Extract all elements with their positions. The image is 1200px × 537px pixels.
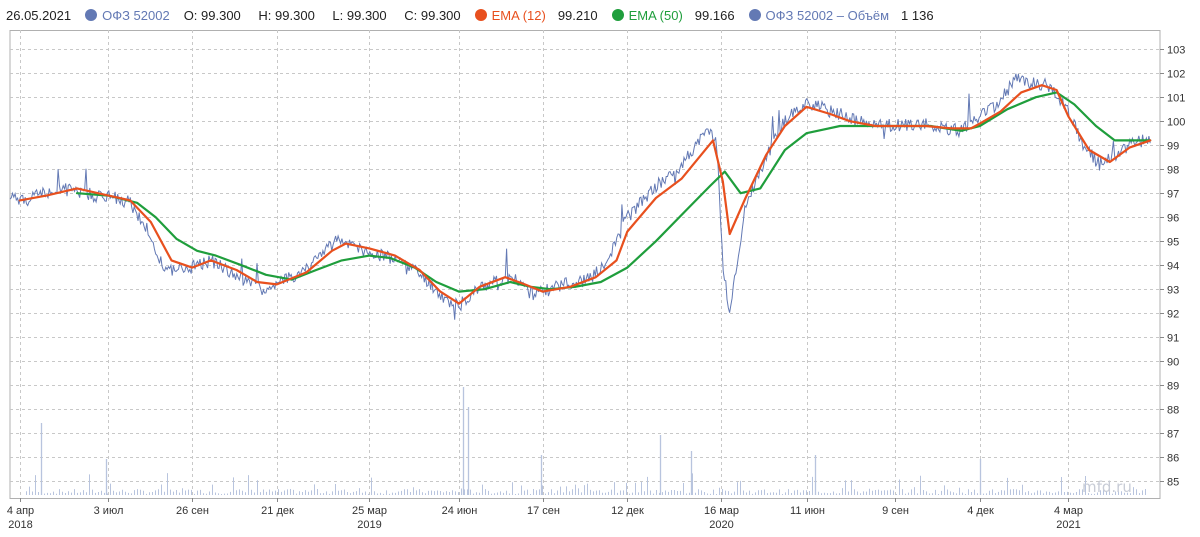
y-tick-label: 97 xyxy=(1167,189,1179,201)
y-tick-label: 94 xyxy=(1167,261,1179,273)
y-tick-label: 102 xyxy=(1167,69,1185,81)
legend-ema50[interactable]: EMA (50) 99.166 xyxy=(611,7,735,23)
x-tick-label: 26 сен xyxy=(176,505,209,517)
y-tick-label: 86 xyxy=(1167,453,1179,465)
x-tick-label: 16 мар xyxy=(704,505,739,517)
watermark: mfd.ru xyxy=(1082,478,1132,496)
chart-legend: 26.05.2021 ОФЗ 52002 O: 99.300 H: 99.300… xyxy=(0,0,1200,30)
y-tick-label: 90 xyxy=(1167,357,1179,369)
y-tick-label: 95 xyxy=(1167,237,1179,249)
y-tick-label: 88 xyxy=(1167,405,1179,417)
x-tick-label: 4 мар xyxy=(1054,505,1083,517)
legend-low: L: 99.300 xyxy=(332,7,387,23)
volume-dot-icon xyxy=(748,9,761,21)
axes: 85 86 87 88 89 90 91 92 93 94 95 96 97 98 99 100 101 102 1… xyxy=(7,45,1186,532)
x-tick-label: 12 дек xyxy=(611,505,644,517)
y-tick-label: 85 xyxy=(1167,477,1179,489)
legend-ohlc: O: 99.300 H: 99.300 L: 99.300 C: 99.300 xyxy=(184,8,475,23)
legend-volume[interactable]: ОФЗ 52002 – Объём 1 136 xyxy=(748,7,934,23)
x-tick-label: 4 апр xyxy=(7,505,34,517)
legend-volume-label: ОФЗ 52002 – Объём xyxy=(765,7,890,23)
price-series-dot-icon xyxy=(85,9,98,21)
legend-ema12[interactable]: EMA (12) 99.210 xyxy=(474,7,598,23)
x-tick-label: 11 июн xyxy=(790,505,825,517)
legend-instrument: ОФЗ 52002 xyxy=(102,7,170,23)
x-tick-label: 9 сен xyxy=(882,505,909,517)
y-tick-label: 99 xyxy=(1167,141,1179,153)
series-lines xyxy=(9,73,1152,320)
y-tick-label: 98 xyxy=(1167,165,1179,177)
x-tick-year-label: 2021 xyxy=(1056,519,1080,531)
x-tick-label: 21 дек xyxy=(261,505,294,517)
legend-volume-value: 1 136 xyxy=(901,7,934,23)
ema12-dot-icon xyxy=(474,9,487,21)
y-tick-label: 92 xyxy=(1167,309,1179,321)
y-tick-label: 91 xyxy=(1167,333,1179,345)
x-tick-label: 24 июн xyxy=(442,505,478,517)
legend-close: C: 99.300 xyxy=(404,7,461,23)
x-tick-label: 25 мар xyxy=(352,505,387,517)
y-tick-label: 87 xyxy=(1167,429,1179,441)
y-tick-label: 89 xyxy=(1167,381,1179,393)
y-tick-label: 93 xyxy=(1167,285,1179,297)
y-tick-label: 101 xyxy=(1167,93,1185,105)
ema50-dot-icon xyxy=(611,9,624,21)
legend-open: O: 99.300 xyxy=(183,7,241,23)
legend-ema50-value: 99.166 xyxy=(694,7,735,23)
volume-bars xyxy=(26,387,1146,495)
legend-ema12-label: EMA (12) xyxy=(491,7,546,23)
x-tick-year-label: 2019 xyxy=(357,519,381,531)
x-tick-label: 4 дек xyxy=(967,505,994,517)
x-tick-label: 17 сен xyxy=(527,505,560,517)
y-tick-label: 96 xyxy=(1167,213,1179,225)
legend-high: H: 99.300 xyxy=(258,7,315,23)
price-chart[interactable]: 85 86 87 88 89 90 91 92 93 94 95 96 97 98 99 100 101 102 1… xyxy=(0,30,1200,537)
legend-ema50-label: EMA (50) xyxy=(628,7,683,23)
legend-date: 26.05.2021 xyxy=(6,7,72,23)
legend-ema12-value: 99.210 xyxy=(557,7,598,23)
x-tick-year-label: 2018 xyxy=(8,519,32,531)
x-tick-label: 3 июл xyxy=(94,505,124,517)
legend-price-series[interactable]: ОФЗ 52002 xyxy=(85,8,170,23)
y-tick-label: 100 xyxy=(1167,117,1185,129)
y-tick-label: 103 xyxy=(1167,45,1185,57)
x-tick-year-label: 2020 xyxy=(709,519,733,531)
